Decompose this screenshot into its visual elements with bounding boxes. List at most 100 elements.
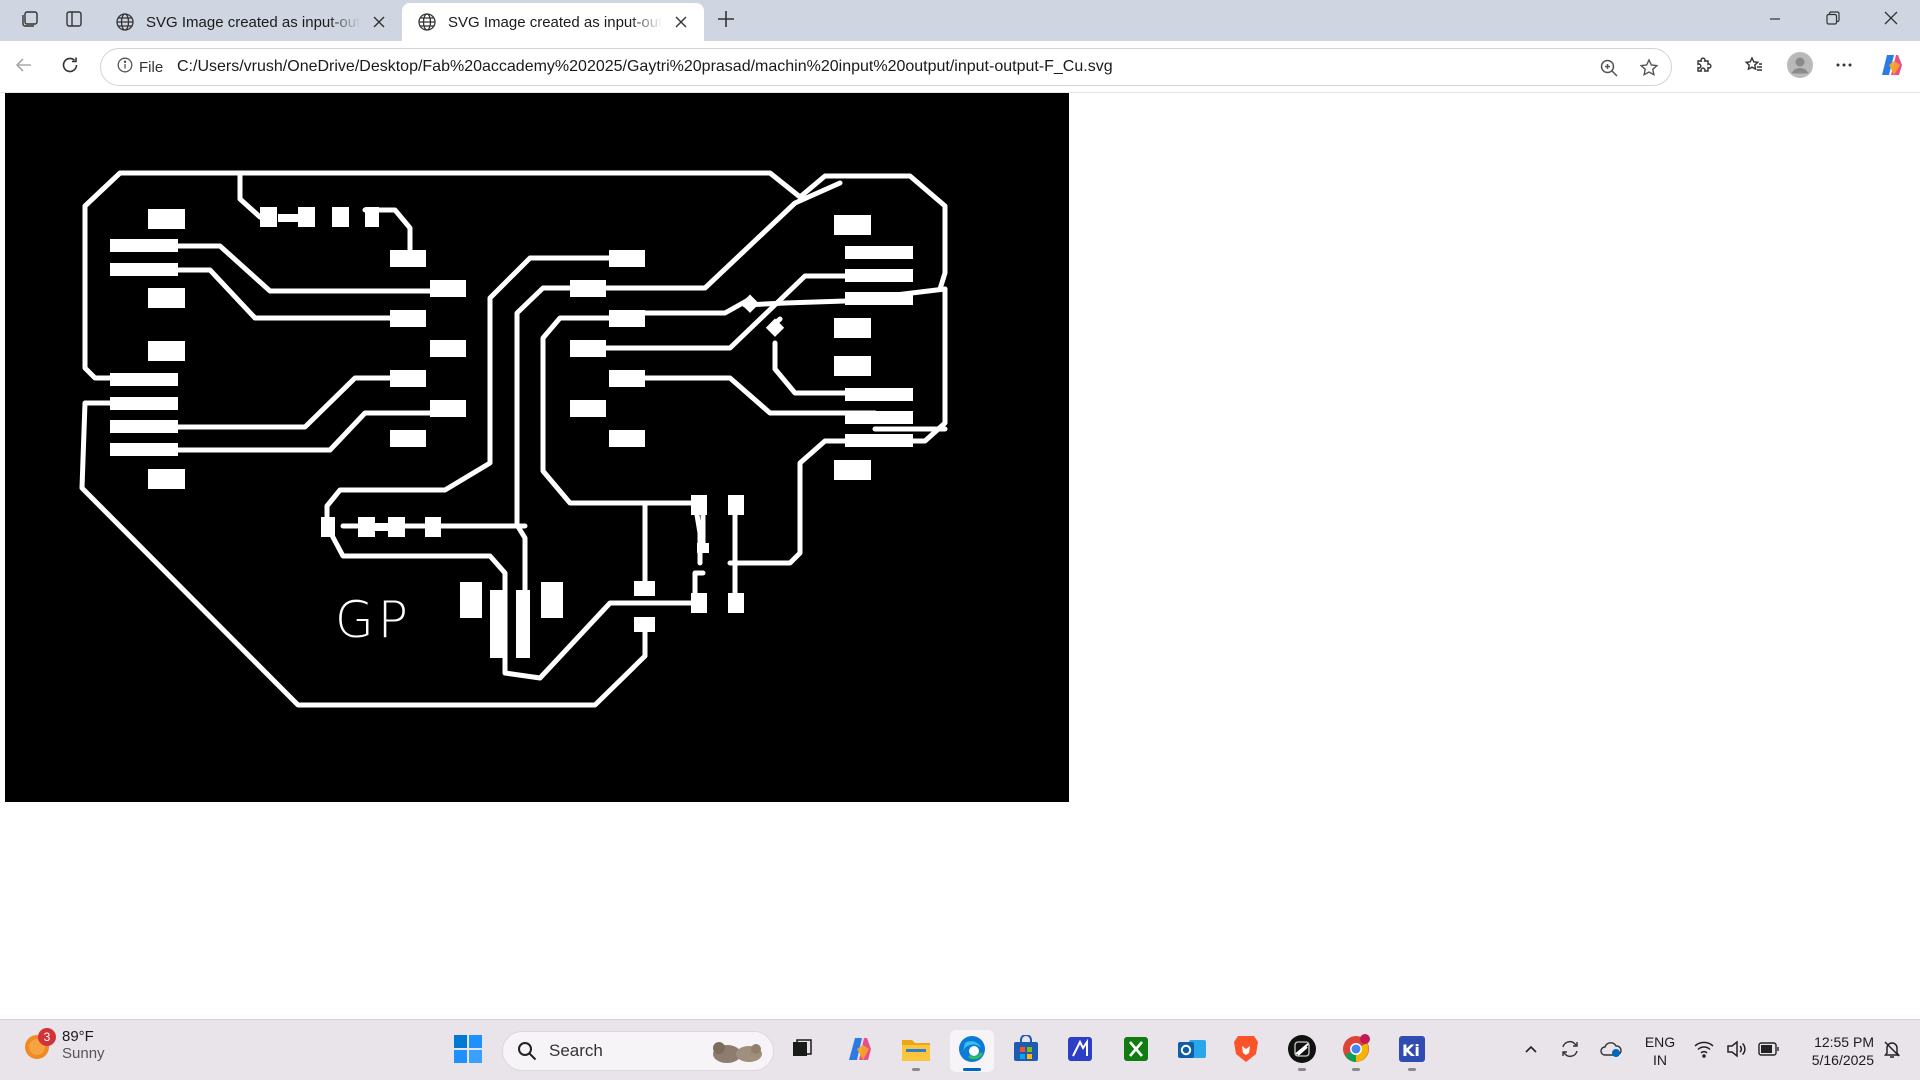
vertical-tabs-button[interactable] — [56, 6, 92, 36]
tab-actions-icon — [64, 9, 84, 34]
code-editor-icon — [1066, 1035, 1094, 1068]
store-icon — [1012, 1033, 1040, 1068]
system-clock[interactable]: 12:55 PM 5/16/2025 — [1790, 1033, 1874, 1069]
search-icon — [517, 1041, 537, 1061]
back-arrow-icon — [14, 55, 34, 80]
close-window-button[interactable] — [1862, 0, 1920, 41]
weather-temp: 89°F — [62, 1028, 94, 1045]
site-info-label: File — [139, 58, 164, 76]
site-info-button[interactable]: File — [111, 54, 169, 80]
taskbar-search[interactable]: Search — [502, 1031, 774, 1071]
tab-title: SVG Image created as input-output-F_Cu.s… — [146, 13, 360, 31]
new-tab-button[interactable] — [708, 4, 744, 38]
favorites-button[interactable] — [1736, 49, 1772, 85]
clock-time: 12:55 PM — [1814, 1034, 1874, 1050]
favorite-star-icon[interactable] — [1635, 54, 1663, 82]
copilot-icon — [1879, 52, 1905, 83]
copilot-taskbar-button[interactable] — [838, 1030, 882, 1072]
puzzle-icon — [1694, 55, 1714, 80]
minimize-button[interactable] — [1746, 0, 1804, 41]
onedrive-tray-button[interactable] — [1594, 1030, 1628, 1072]
edge-icon — [957, 1034, 987, 1069]
notifications-button[interactable] — [1878, 1030, 1906, 1072]
quick-settings-button[interactable] — [1692, 1030, 1782, 1072]
workspaces-button[interactable] — [12, 6, 48, 36]
search-highlight-icon — [709, 1036, 765, 1066]
folder-icon — [901, 1036, 931, 1067]
close-icon — [1884, 11, 1898, 30]
show-hidden-icons-button[interactable] — [1518, 1030, 1544, 1072]
task-view-icon — [790, 1037, 814, 1066]
pcb-svg-image: GP — [5, 93, 1069, 802]
globe-icon — [114, 11, 136, 33]
pcb-silkscreen-label: GP — [335, 591, 412, 649]
sun-icon: 3 — [22, 1028, 56, 1060]
address-bar[interactable]: File C:/Users/vrush/OneDrive/Desktop/Fab… — [100, 48, 1672, 86]
outlook-button[interactable] — [1170, 1030, 1214, 1072]
more-menu-button[interactable] — [1826, 49, 1862, 85]
kicad-button[interactable]: Ki — [1390, 1030, 1434, 1072]
cloud-status-icon — [1599, 1039, 1623, 1064]
close-tab-icon[interactable] — [670, 11, 692, 33]
close-tab-icon[interactable] — [368, 11, 390, 33]
weather-badge: 3 — [38, 1028, 56, 1046]
page-content: GP — [0, 93, 1920, 1019]
workspaces-icon — [20, 9, 40, 34]
brave-lion-icon — [1232, 1034, 1260, 1069]
url-text[interactable]: C:/Users/vrush/OneDrive/Desktop/Fab%20ac… — [177, 58, 1113, 76]
back-button[interactable] — [6, 49, 42, 85]
chevron-up-icon — [1523, 1041, 1539, 1062]
copilot-button[interactable] — [1874, 49, 1910, 85]
task-view-button[interactable] — [780, 1030, 824, 1072]
bell-dnd-icon — [1882, 1039, 1902, 1064]
weather-widget[interactable]: 3 89°F Sunny — [22, 1028, 105, 1062]
restore-button[interactable] — [1804, 0, 1862, 41]
windows-taskbar: 3 89°F Sunny Search Ki ENG IN 12:55 PM 5… — [0, 1019, 1920, 1080]
file-explorer-button[interactable] — [894, 1030, 938, 1072]
code-editor-button[interactable] — [1058, 1030, 1102, 1072]
sync-tray-button[interactable] — [1554, 1030, 1586, 1072]
globe-icon — [416, 11, 438, 33]
lang-region: IN — [1653, 1052, 1667, 1068]
windows-logo-icon — [453, 1034, 483, 1069]
zoom-icon[interactable] — [1595, 54, 1623, 82]
input-language[interactable]: ENG IN — [1640, 1033, 1680, 1069]
brave-button[interactable] — [1224, 1030, 1268, 1072]
start-button[interactable] — [446, 1030, 490, 1072]
terminal-button[interactable] — [1280, 1030, 1324, 1072]
avatar — [1787, 51, 1813, 83]
microsoft-store-button[interactable] — [1004, 1030, 1048, 1072]
wifi-icon — [1694, 1040, 1714, 1063]
minimize-icon — [1769, 12, 1781, 30]
plus-icon — [717, 10, 735, 33]
browser-toolbar: File C:/Users/vrush/OneDrive/Desktop/Fab… — [0, 41, 1920, 93]
xbox-icon — [1122, 1035, 1150, 1068]
lang-code: ENG — [1644, 1034, 1676, 1050]
kicad-icon: Ki — [1397, 1034, 1427, 1069]
tab-2-active[interactable]: SVG Image created as input-output-F_Cu.s… — [402, 3, 704, 41]
refresh-button[interactable] — [52, 49, 88, 85]
sync-icon — [1559, 1038, 1581, 1065]
svg-text:Ki: Ki — [1402, 1041, 1420, 1060]
ellipsis-icon — [1834, 55, 1854, 80]
weather-condition: Sunny — [62, 1045, 105, 1062]
refresh-icon — [60, 55, 80, 80]
restore-icon — [1826, 11, 1840, 30]
copilot-icon — [846, 1035, 874, 1068]
terminal-icon — [1287, 1034, 1317, 1069]
outlook-icon — [1177, 1035, 1207, 1068]
xbox-button[interactable] — [1114, 1030, 1158, 1072]
clock-date: 5/16/2025 — [1811, 1052, 1874, 1068]
chrome-button[interactable] — [1334, 1030, 1378, 1072]
volume-icon — [1726, 1039, 1746, 1063]
tab-1[interactable]: SVG Image created as input-output-F_Cu.s… — [100, 3, 402, 41]
chrome-icon — [1341, 1033, 1371, 1069]
edge-button[interactable] — [950, 1030, 994, 1072]
favorites-list-icon — [1744, 55, 1764, 80]
pcb-traces — [79, 170, 948, 708]
battery-icon — [1758, 1041, 1780, 1061]
profile-button[interactable] — [1782, 49, 1818, 85]
extensions-button[interactable] — [1686, 49, 1722, 85]
tab-title: SVG Image created as input-output-F_Cu.s… — [448, 13, 662, 31]
info-icon — [117, 57, 133, 77]
